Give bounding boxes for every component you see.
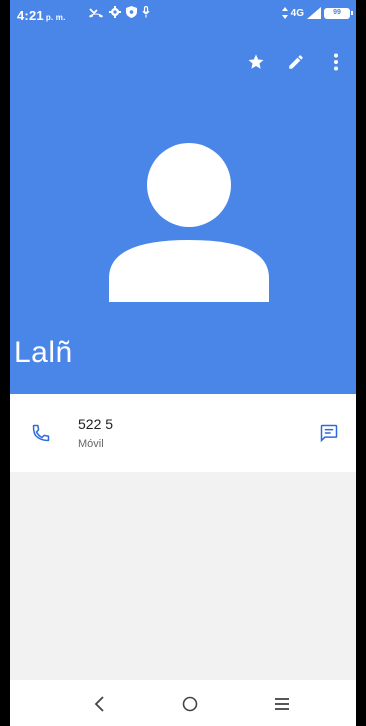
- edit-icon: [289, 55, 303, 69]
- battery-icon: 99: [324, 7, 353, 19]
- settings-icon: [109, 6, 121, 18]
- favorite-button[interactable]: [236, 48, 276, 76]
- recents-icon: [275, 698, 289, 710]
- call-button[interactable]: [26, 418, 56, 448]
- status-ampm: p. m.: [45, 13, 66, 22]
- more-options-button[interactable]: [316, 48, 356, 76]
- data-arrows-icon: [281, 7, 288, 19]
- star-icon: [248, 54, 264, 69]
- phone-number: 522 5: [78, 416, 114, 432]
- device-frame-left: [0, 0, 10, 726]
- message-icon: [320, 424, 338, 443]
- recents-button[interactable]: [270, 692, 294, 716]
- system-status-icons: 4G 99: [281, 7, 353, 19]
- status-time: 4:21 p. m.: [17, 8, 66, 23]
- signal-icon: [307, 7, 321, 19]
- network-type: 4G: [290, 7, 304, 19]
- back-icon: [94, 696, 104, 712]
- contact-avatar-icon: [109, 143, 269, 302]
- mic-icon: [142, 6, 150, 18]
- contact-header: 4:21 p. m. 4G 99 Lalñ: [10, 0, 356, 394]
- contact-name: Lalñ: [14, 336, 73, 369]
- home-icon: [182, 696, 198, 712]
- more-vert-icon: [334, 53, 338, 71]
- header-actions: [236, 48, 356, 76]
- shield-icon: [126, 6, 137, 18]
- missed-call-icon: [89, 8, 103, 18]
- status-bar: 4:21 p. m. 4G 99: [10, 0, 356, 30]
- message-button[interactable]: [314, 418, 344, 448]
- notification-icons: [88, 6, 150, 18]
- phone-icon: [32, 424, 50, 442]
- home-button[interactable]: [178, 692, 202, 716]
- device-frame-right: [356, 0, 366, 726]
- phone-type-label: Móvil: [78, 438, 104, 450]
- phone-entry[interactable]: 522 5 Móvil: [10, 394, 356, 472]
- edit-button[interactable]: [276, 48, 316, 76]
- back-button[interactable]: [88, 692, 112, 716]
- navigation-bar: [10, 680, 356, 726]
